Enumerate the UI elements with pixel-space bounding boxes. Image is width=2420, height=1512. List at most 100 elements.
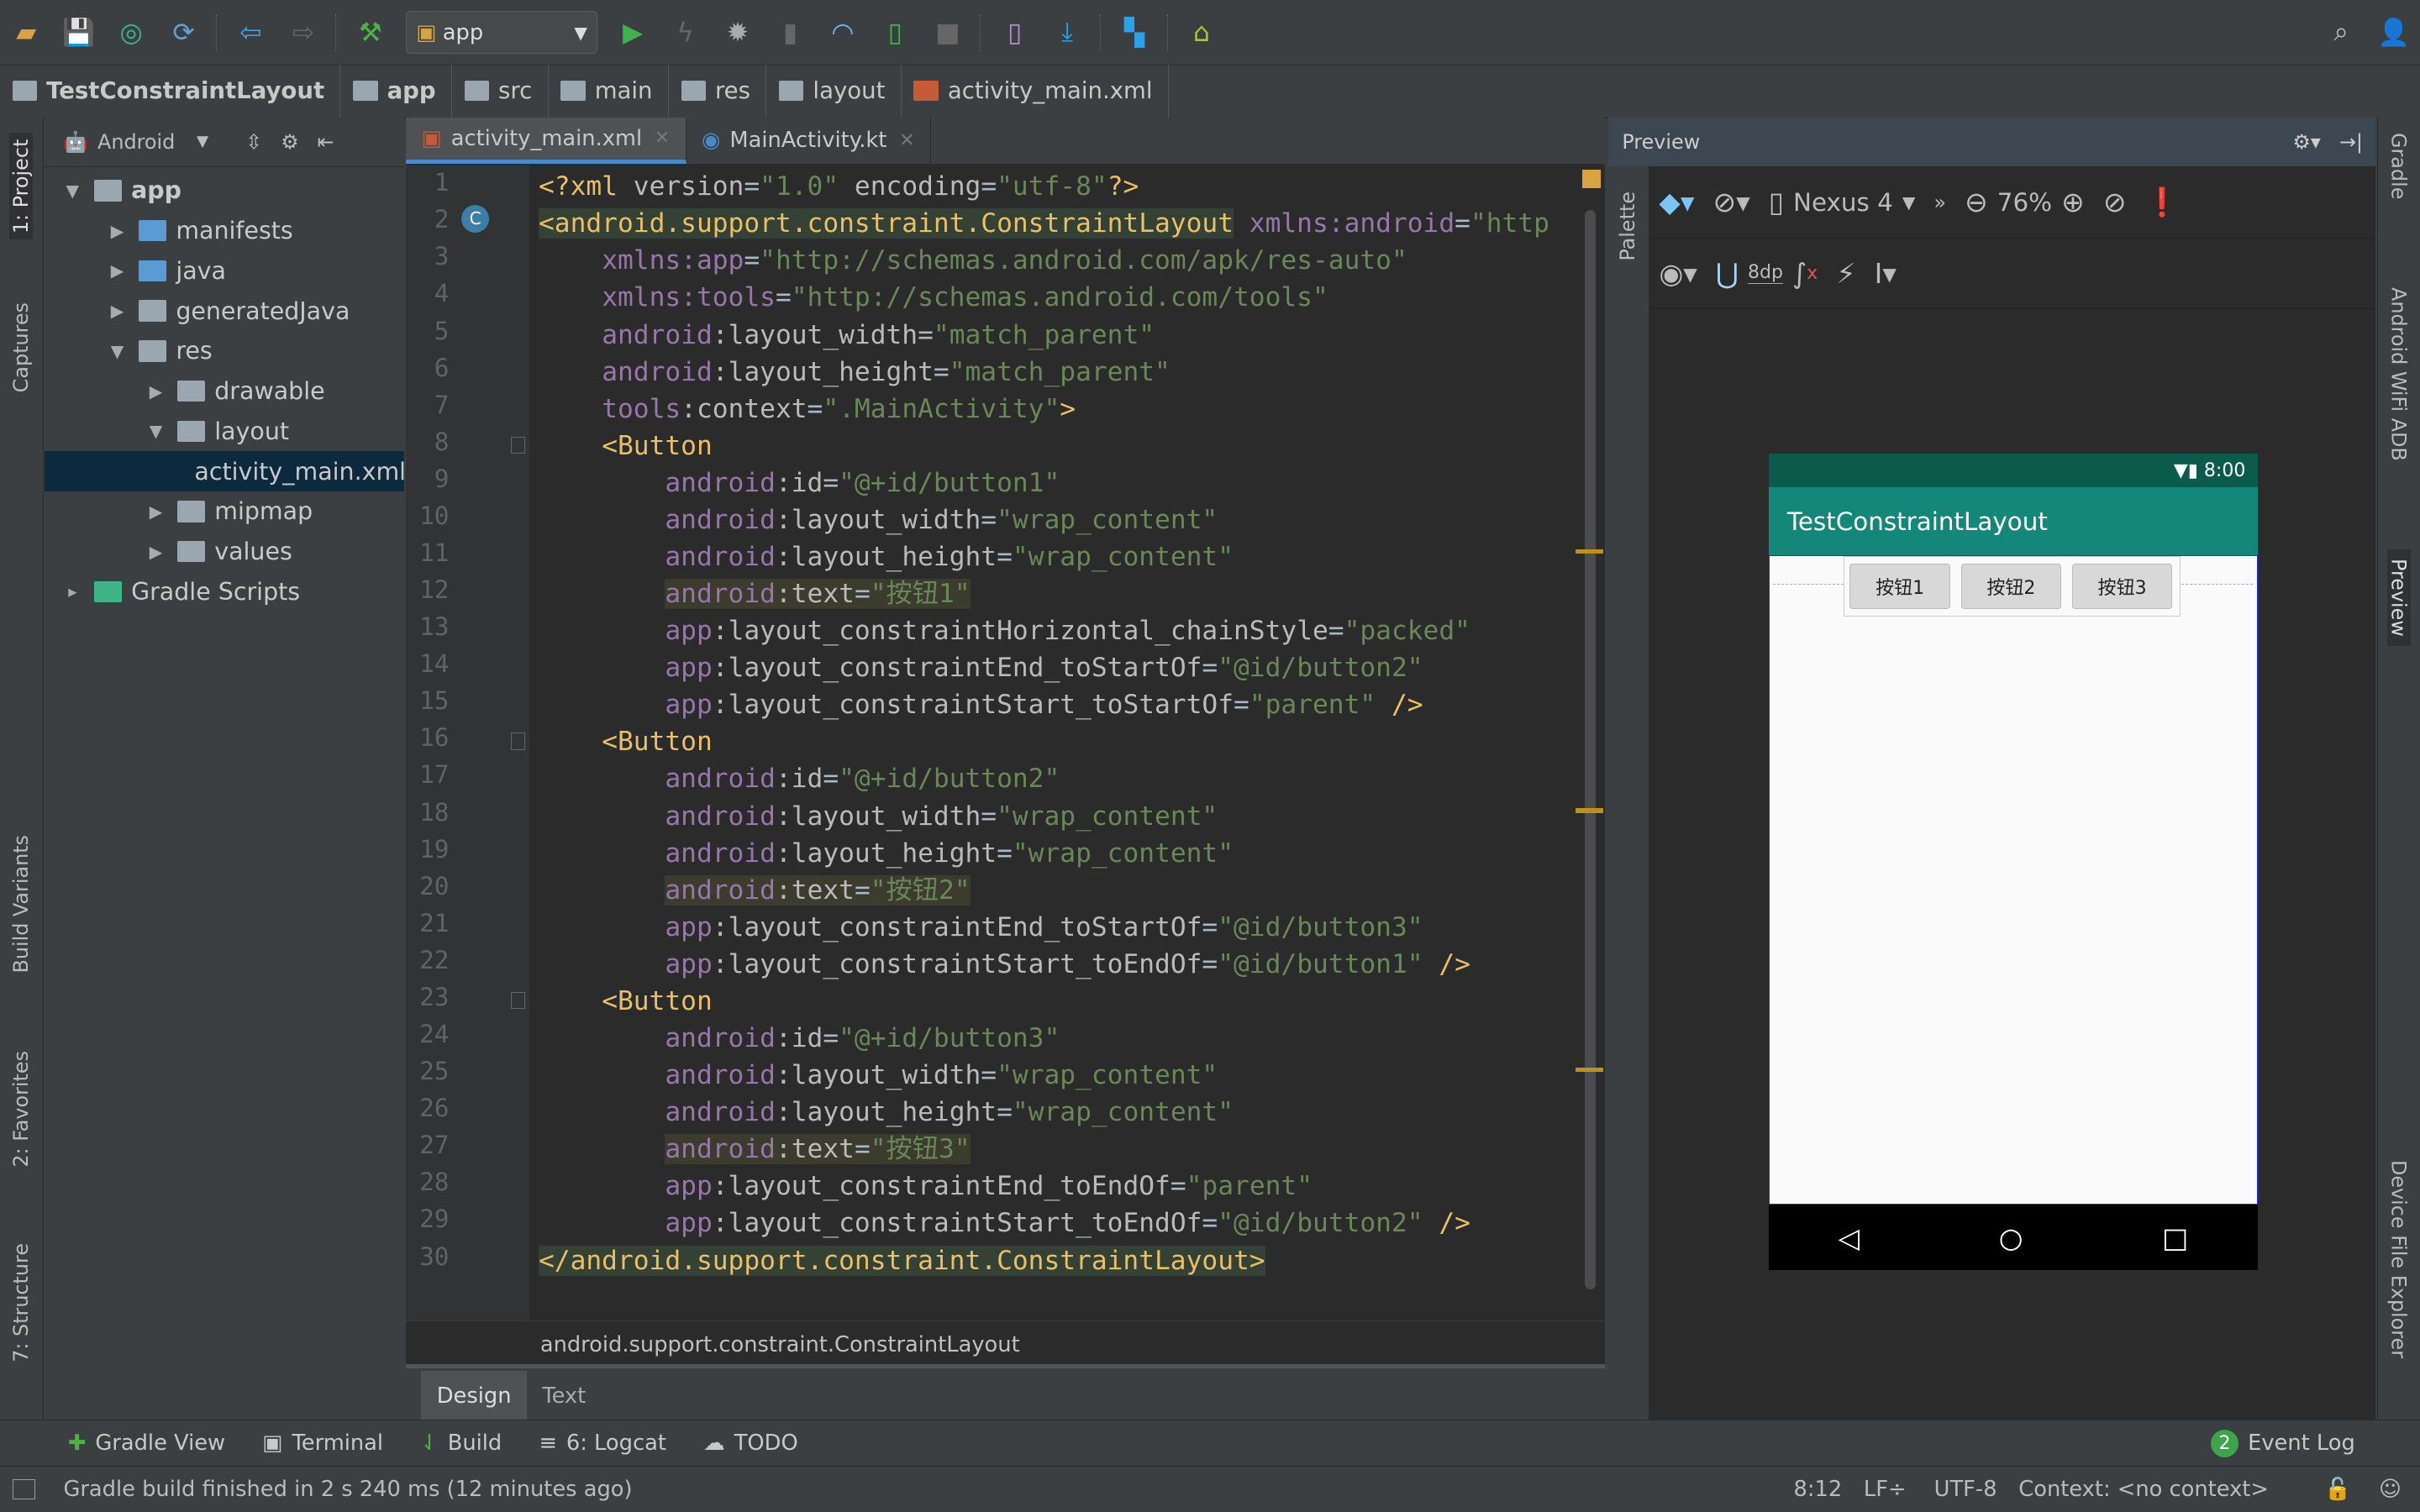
expand-arrow-icon[interactable]: ▼ [140, 421, 171, 441]
vertical-scrollbar[interactable] [1585, 209, 1597, 1290]
fold-icon[interactable] [510, 732, 525, 750]
device-select[interactable]: Nexus 4 [1793, 188, 1893, 217]
tool-tab-logcat[interactable]: ≡ 6: Logcat [539, 1431, 666, 1456]
tree-item[interactable]: ▼ app [45, 171, 404, 211]
eye-icon[interactable]: ◉▾ [1659, 257, 1697, 290]
breadcrumb-res[interactable]: res [669, 65, 767, 118]
expand-arrow-icon[interactable]: ▼ [57, 181, 88, 201]
guidelines-icon[interactable]: I▾ [1875, 257, 1897, 290]
user-avatar-icon[interactable]: 👤 [2377, 15, 2411, 49]
fold-icon[interactable] [510, 991, 525, 1010]
expand-arrow-icon[interactable]: ▶ [102, 301, 133, 321]
warning-marker-icon[interactable] [1581, 170, 1601, 189]
tool-tab-project[interactable]: 1: Project [9, 132, 34, 240]
error-stripe-marker[interactable] [1576, 1067, 1604, 1073]
tab-main-activity-kt[interactable]: ◉ MainActivity.kt ✕ [687, 117, 931, 164]
tab-design[interactable]: Design [421, 1371, 527, 1421]
layers-icon[interactable]: ◆▾ [1659, 186, 1694, 218]
clear-constraints-icon[interactable]: ∫ x [1792, 257, 1818, 290]
editor-breadcrumb-label[interactable]: android.support.constraint.ConstraintLay… [540, 1332, 1020, 1357]
layout-canvas[interactable]: 按钮1 按钮2 按钮3 [1768, 555, 2259, 1205]
sync-icon[interactable]: ◎ [114, 15, 148, 49]
build-hammer-icon[interactable]: ⚒ [354, 15, 387, 49]
open-folder-icon[interactable]: ▰ [9, 15, 43, 49]
save-icon[interactable]: 💾 [61, 15, 95, 49]
zoom-out-icon[interactable]: ⊖ [1965, 186, 1988, 218]
breadcrumb-layout[interactable]: layout [766, 65, 902, 118]
breadcrumb-project[interactable]: TestConstraintLayout [0, 65, 341, 118]
orientation-icon[interactable]: ⊘▾ [1712, 186, 1749, 218]
refresh-icon[interactable]: ⟳ [166, 15, 200, 49]
gear-icon[interactable]: ⚙ [281, 130, 298, 154]
tree-item[interactable]: ▼ res [45, 331, 404, 371]
tool-tab-structure[interactable]: 7: Structure [9, 1243, 33, 1362]
expand-arrow-icon[interactable]: ▶ [102, 260, 133, 281]
profiler-gauge-icon[interactable]: ◠ [826, 15, 860, 49]
profile-icon[interactable]: ▮ [773, 15, 807, 49]
tree-item[interactable]: activity_main.xml [45, 451, 406, 492]
tree-item[interactable]: ▶ java [45, 251, 404, 291]
tool-tab-event-log[interactable]: 2 Event Log [2211, 1429, 2355, 1457]
tree-item[interactable]: ▶ values [45, 532, 404, 572]
file-encoding[interactable]: UTF-8 [1934, 1477, 1997, 1502]
default-margin[interactable]: 8dp [1748, 262, 1784, 285]
collapse-all-icon[interactable]: ⇳ [245, 130, 262, 154]
zoom-fit-icon[interactable]: ⊘ [2103, 186, 2127, 218]
tool-tab-favorites[interactable]: 2: Favorites [9, 1051, 33, 1168]
status-message[interactable]: Gradle build finished in 2 s 240 ms (12 … [63, 1477, 632, 1502]
expand-arrow-icon[interactable]: ▶ [140, 542, 171, 562]
apply-changes-icon[interactable]: ϟ [668, 15, 702, 49]
warning-icon[interactable]: ❗ [2145, 186, 2180, 219]
error-stripe-marker[interactable] [1576, 808, 1604, 813]
expand-arrow-icon[interactable]: ▶ [102, 221, 133, 241]
chevron-down-icon[interactable]: ▼ [197, 133, 208, 150]
infer-constraints-icon[interactable]: ⚡ [1836, 257, 1855, 290]
tab-text[interactable]: Text [527, 1371, 602, 1420]
expand-arrow-icon[interactable]: ▸ [57, 581, 88, 601]
tree-item[interactable]: ▶ generatedJava [45, 291, 404, 331]
hector-icon[interactable]: ☺ [2379, 1477, 2402, 1502]
close-icon[interactable]: ✕ [899, 130, 914, 151]
tree-item[interactable]: ▶ mipmap [45, 491, 404, 532]
tool-tab-device-file-explorer[interactable]: Device File Explorer [2387, 1160, 2411, 1358]
preview-button-3[interactable]: 按钮3 [2071, 564, 2173, 609]
run-icon[interactable]: ▶ [616, 15, 650, 49]
tree-item[interactable]: ▼ layout [45, 412, 404, 452]
project-structure-icon[interactable]: ▚ [1118, 15, 1151, 49]
tool-tab-preview[interactable]: Preview [2386, 549, 2411, 646]
tool-tab-terminal[interactable]: ▣ Terminal [262, 1431, 383, 1456]
lock-icon[interactable]: 🔓 [2324, 1477, 2351, 1502]
forward-icon[interactable]: ⇨ [287, 15, 320, 49]
preview-button-1[interactable]: 按钮1 [1849, 564, 1950, 609]
code-area[interactable]: <?xml version="1.0" encoding="utf-8"?> <a… [539, 165, 1588, 1323]
stop-icon[interactable]: ■ [931, 15, 965, 49]
tool-tab-todo[interactable]: ☁ TODO [703, 1431, 798, 1456]
tool-tab-gradle-view[interactable]: ✚ Gradle View [68, 1431, 225, 1456]
magnet-icon[interactable]: ⋃ [1716, 257, 1739, 290]
context-indicator[interactable]: Context: <no context> [2018, 1477, 2269, 1502]
tool-tab-build-variants[interactable]: Build Variants [9, 835, 33, 974]
tool-tab-build[interactable]: ⇃ Build [420, 1431, 502, 1456]
more-icon[interactable]: » [1933, 191, 1946, 214]
expand-arrow-icon[interactable]: ▶ [140, 501, 171, 522]
debug-icon[interactable]: ✹ [721, 15, 755, 49]
avd-manager-icon[interactable]: ▯ [997, 15, 1031, 49]
run-configuration-select[interactable]: ▣ app ▼ [406, 10, 597, 55]
expand-arrow-icon[interactable]: ▼ [102, 341, 133, 361]
search-icon[interactable]: ⌕ [2324, 15, 2358, 49]
back-icon[interactable]: ⇦ [234, 15, 267, 49]
toggle-tool-windows-icon[interactable] [12, 1479, 36, 1500]
hide-panel-icon[interactable]: ⇤ [318, 130, 334, 154]
tool-tab-captures[interactable]: Captures [9, 302, 33, 392]
sdk-manager-icon[interactable]: ⤓ [1050, 15, 1084, 49]
tool-tab-gradle[interactable]: Gradle [2387, 133, 2411, 199]
breadcrumb-app[interactable]: app [340, 65, 452, 118]
gear-icon[interactable]: ⚙▾ [2293, 130, 2321, 154]
breadcrumb-file[interactable]: activity_main.xml [902, 65, 1169, 118]
zoom-in-icon[interactable]: ⊕ [2061, 186, 2085, 218]
tree-item[interactable]: ▶ drawable [45, 371, 404, 412]
attach-debugger-icon[interactable]: ▯ [878, 15, 912, 49]
error-stripe-marker[interactable] [1576, 549, 1604, 554]
preview-button-2[interactable]: 按钮2 [1960, 564, 2062, 609]
tree-item[interactable]: ▶ manifests [45, 211, 404, 251]
